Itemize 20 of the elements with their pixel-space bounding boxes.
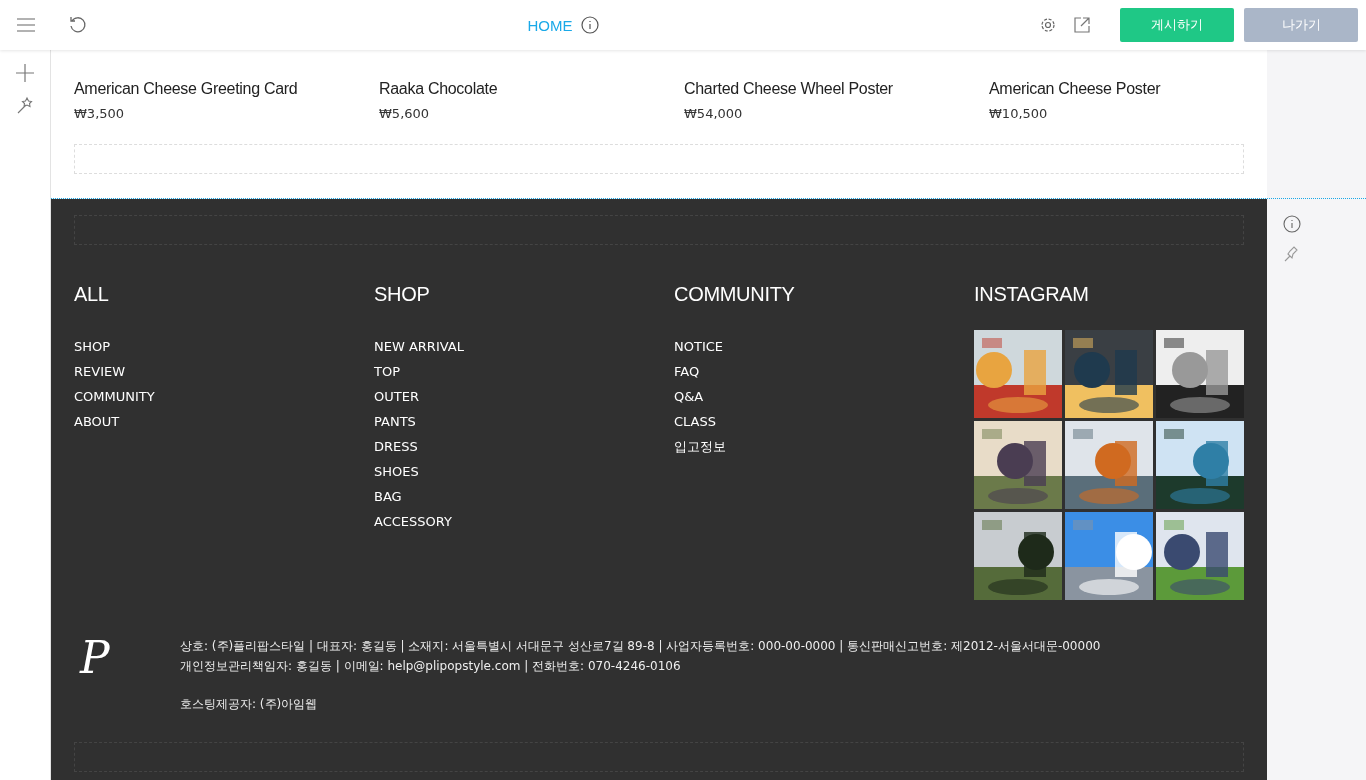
product-price: ₩3,500 <box>74 106 126 121</box>
footer-heading: SHOP <box>374 283 431 306</box>
info-icon[interactable] <box>1282 215 1301 233</box>
product-name[interactable]: American Cheese Greeting Card <box>74 80 379 98</box>
product-name[interactable]: Charted Cheese Wheel Poster <box>684 80 989 98</box>
product-price: ₩5,600 <box>379 106 431 121</box>
product-name[interactable]: Raaka Chocolate <box>379 80 684 98</box>
magic-wand-icon[interactable] <box>16 96 34 114</box>
company-info: 상호: (주)플리팝스타일 | 대표자: 홍길동 | 소재지: 서울특별시 서대문구 성산로7길 89-8 | 사업자등록번호: 000-00-0000 | 통신판매신고번호: 제2012-서울서대문-00000 <box>180 638 1101 655</box>
hosting-info: 호스팅제공자: (주)아임웹 <box>180 696 319 713</box>
footer-heading: ALL <box>74 283 110 306</box>
footer-heading: INSTAGRAM <box>974 283 1090 306</box>
company-info: 개인정보관리책임자: 홍길동 | 이메일: help@plipopstyle.com | 전화번호: 070-4246-0106 <box>180 658 682 675</box>
page-title: HOME <box>527 16 573 34</box>
product-name[interactable]: American Cheese Poster <box>989 80 1294 98</box>
footer-heading: COMMUNITY <box>674 283 796 306</box>
product-price: ₩10,500 <box>989 106 1049 121</box>
logo: P <box>78 636 111 685</box>
product-price: ₩54,000 <box>684 106 744 121</box>
info-icon[interactable] <box>580 16 599 34</box>
